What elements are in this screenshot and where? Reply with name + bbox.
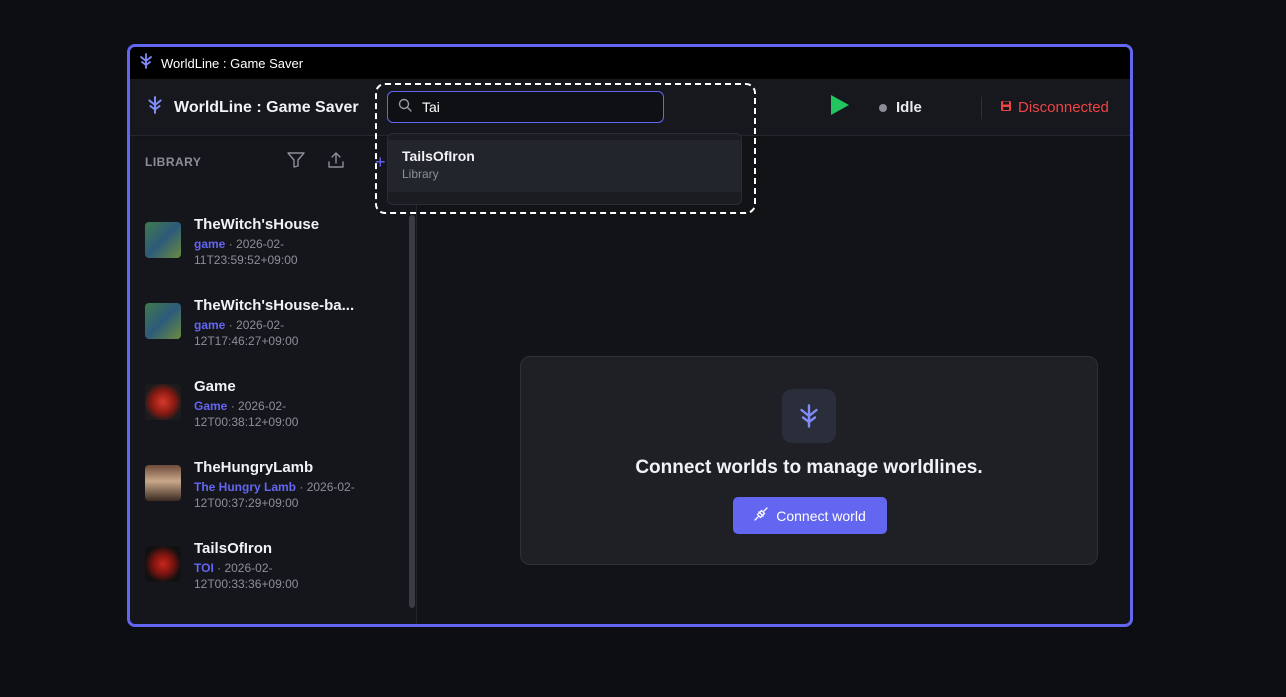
filter-icon[interactable]	[287, 151, 305, 173]
status-indicator: Idle	[879, 79, 922, 136]
play-button[interactable]	[828, 93, 852, 122]
worldline-icon	[782, 389, 836, 443]
brand: WorldLine : Game Saver	[146, 79, 359, 136]
status-text: Idle	[896, 99, 922, 116]
game-thumbnail	[145, 303, 181, 339]
game-thumbnail	[145, 465, 181, 501]
empty-state-card: Connect worlds to manage worldlines. Con…	[520, 356, 1098, 565]
app-header: WorldLine : Game Saver Idle Disconnected	[130, 79, 1130, 136]
main-panel: Connect worlds to manage worldlines. Con…	[418, 137, 1130, 624]
search-result-name: TailsOfIron	[402, 148, 475, 164]
game-thumbnail	[145, 384, 181, 420]
play-icon	[829, 93, 851, 122]
connection-status[interactable]: Disconnected	[1000, 79, 1109, 136]
brand-logo-icon	[146, 96, 164, 119]
connection-text: Disconnected	[1018, 99, 1109, 116]
search-results-dropdown: TailsOfIron Library	[387, 133, 742, 205]
library-header: LIBRARY +	[130, 137, 416, 187]
search-result-item[interactable]: TailsOfIron Library	[388, 140, 741, 192]
header-divider	[981, 97, 982, 119]
connect-world-button[interactable]: Connect world	[733, 497, 887, 534]
library-title: LIBRARY	[145, 155, 202, 169]
app-window: WorldLine : Game Saver WorldLine : Game …	[127, 44, 1133, 627]
empty-state-message: Connect worlds to manage worldlines.	[635, 457, 983, 478]
title-bar: WorldLine : Game Saver	[130, 47, 1130, 79]
library-sidebar: LIBRARY + TheWitch'sHouse game · 2026-02…	[130, 137, 417, 624]
export-icon[interactable]	[327, 151, 345, 174]
list-item[interactable]: TheWitch'sHouse-ba... game · 2026-02-12T…	[145, 297, 395, 369]
search-input[interactable]	[422, 99, 642, 115]
status-dot	[879, 103, 887, 112]
save-disk-icon	[1000, 99, 1012, 117]
search-icon	[398, 98, 412, 117]
list-item[interactable]: TheWitch'sHouse game · 2026-02-11T23:59:…	[145, 216, 395, 288]
window-title: WorldLine : Game Saver	[161, 55, 304, 71]
game-thumbnail	[145, 546, 181, 582]
search-result-source: Library	[402, 167, 439, 181]
list-item[interactable]: TailsOfIron TOI · 2026-02-12T00:33:36+09…	[145, 540, 395, 612]
list-item[interactable]: TheHungryLamb The Hungry Lamb · 2026-02-…	[145, 459, 395, 531]
add-icon[interactable]: +	[375, 137, 386, 187]
brand-title: WorldLine : Game Saver	[174, 98, 359, 116]
library-scrollbar[interactable]	[409, 215, 415, 608]
app-logo-icon	[138, 52, 154, 74]
plug-icon	[754, 507, 768, 524]
list-item[interactable]: Game Game · 2026-02-12T00:38:12+09:00	[145, 378, 395, 450]
game-thumbnail	[145, 222, 181, 258]
search-box[interactable]	[387, 91, 664, 123]
